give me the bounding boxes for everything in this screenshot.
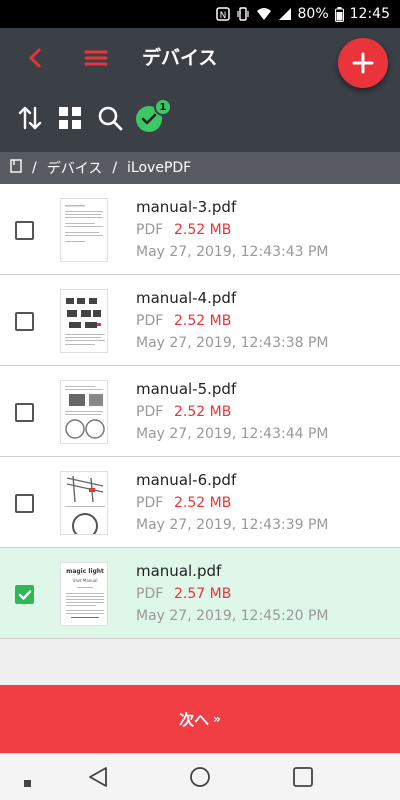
- selection-count-badge: 1: [154, 98, 172, 116]
- file-date: May 27, 2019, 12:45:20 PM: [136, 608, 329, 624]
- file-size: 2.52 MB: [174, 495, 232, 511]
- file-name: manual-3.pdf: [136, 198, 237, 216]
- svg-text:N: N: [219, 11, 226, 21]
- file-name: manual-4.pdf: [136, 289, 237, 307]
- file-name: manual-5.pdf: [136, 380, 237, 398]
- pdf-thumbnail: [60, 380, 108, 444]
- file-checkbox[interactable]: [15, 221, 34, 240]
- file-size: 2.52 MB: [174, 404, 232, 420]
- file-row[interactable]: magic light User Manual manual.pdf PDF 2…: [0, 548, 400, 639]
- breadcrumb: / デバイス / iLovePDF: [0, 152, 400, 184]
- next-button-label: 次へ: [179, 710, 210, 729]
- nav-dot-icon[interactable]: [24, 773, 32, 792]
- hamburger-icon: [84, 50, 108, 66]
- file-checkbox[interactable]: [15, 312, 34, 331]
- storage-icon[interactable]: [10, 159, 22, 177]
- file-date: May 27, 2019, 12:43:38 PM: [136, 335, 329, 351]
- file-row[interactable]: manual-4.pdf PDF 2.52 MB May 27, 2019, 1…: [0, 275, 400, 366]
- pdf-thumbnail: magic light User Manual: [60, 562, 108, 626]
- file-row[interactable]: manual-3.pdf PDF 2.52 MB May 27, 2019, 1…: [0, 184, 400, 275]
- file-type: PDF: [136, 404, 164, 420]
- file-name: manual-6.pdf: [136, 471, 237, 489]
- next-button[interactable]: 次へ »: [0, 685, 400, 753]
- file-type: PDF: [136, 222, 164, 238]
- file-name: manual.pdf: [136, 562, 222, 580]
- breadcrumb-item-device[interactable]: デバイス: [47, 158, 103, 178]
- file-checkbox[interactable]: [15, 585, 34, 604]
- checkbox-check-icon: [18, 589, 31, 600]
- file-date: May 27, 2019, 12:43:39 PM: [136, 517, 329, 533]
- grid-view-button[interactable]: [56, 104, 84, 132]
- search-icon: [98, 106, 123, 131]
- back-button[interactable]: [22, 44, 50, 72]
- file-type: PDF: [136, 586, 164, 602]
- breadcrumb-item-folder[interactable]: iLovePDF: [127, 160, 191, 176]
- battery-percentage: 80%: [297, 6, 329, 22]
- file-row[interactable]: manual-6.pdf PDF 2.52 MB May 27, 2019, 1…: [0, 457, 400, 548]
- battery-icon: [334, 6, 344, 22]
- file-size: 2.52 MB: [174, 222, 232, 238]
- pdf-thumbnail: [60, 471, 108, 535]
- file-row[interactable]: manual-5.pdf PDF 2.52 MB May 27, 2019, 1…: [0, 366, 400, 457]
- pdf-thumbnail: [60, 289, 108, 353]
- plus-icon: [352, 52, 374, 74]
- file-checkbox[interactable]: [15, 403, 34, 422]
- double-chevron-icon: »: [213, 712, 221, 726]
- page-title: デバイス: [142, 47, 218, 69]
- sort-icon: [18, 106, 42, 130]
- search-button[interactable]: [96, 104, 124, 132]
- file-date: May 27, 2019, 12:43:43 PM: [136, 244, 329, 260]
- nfc-icon: N: [215, 6, 230, 22]
- nav-recents-icon[interactable]: [292, 766, 314, 792]
- file-size: 2.57 MB: [174, 586, 232, 602]
- breadcrumb-separator: /: [32, 160, 37, 176]
- app-bar: デバイス 1: [0, 28, 400, 152]
- breadcrumb-separator: /: [112, 160, 118, 176]
- status-bar: N 80% 12:45: [0, 0, 400, 28]
- menu-button[interactable]: [82, 44, 110, 72]
- pdf-thumbnail: [60, 198, 108, 262]
- file-type: PDF: [136, 495, 164, 511]
- nav-home-icon[interactable]: [189, 766, 211, 792]
- file-size: 2.52 MB: [174, 313, 232, 329]
- grid-icon: [59, 107, 81, 129]
- add-button[interactable]: [338, 38, 388, 88]
- nav-back-icon[interactable]: [88, 766, 108, 792]
- thumbnail-logo-text: magic light: [66, 568, 104, 575]
- file-list: manual-3.pdf PDF 2.52 MB May 27, 2019, 1…: [0, 184, 400, 639]
- thumbnail-subtitle: User Manual: [73, 578, 98, 583]
- file-date: May 27, 2019, 12:43:44 PM: [136, 426, 329, 442]
- file-checkbox[interactable]: [15, 494, 34, 513]
- back-arrow-icon: [29, 48, 41, 68]
- system-nav-bar: [0, 753, 400, 800]
- file-type: PDF: [136, 313, 164, 329]
- wifi-icon: [256, 6, 272, 22]
- signal-icon: [278, 6, 292, 22]
- vibrate-icon: [236, 6, 250, 22]
- sort-button[interactable]: [16, 104, 44, 132]
- clock: 12:45: [349, 6, 390, 22]
